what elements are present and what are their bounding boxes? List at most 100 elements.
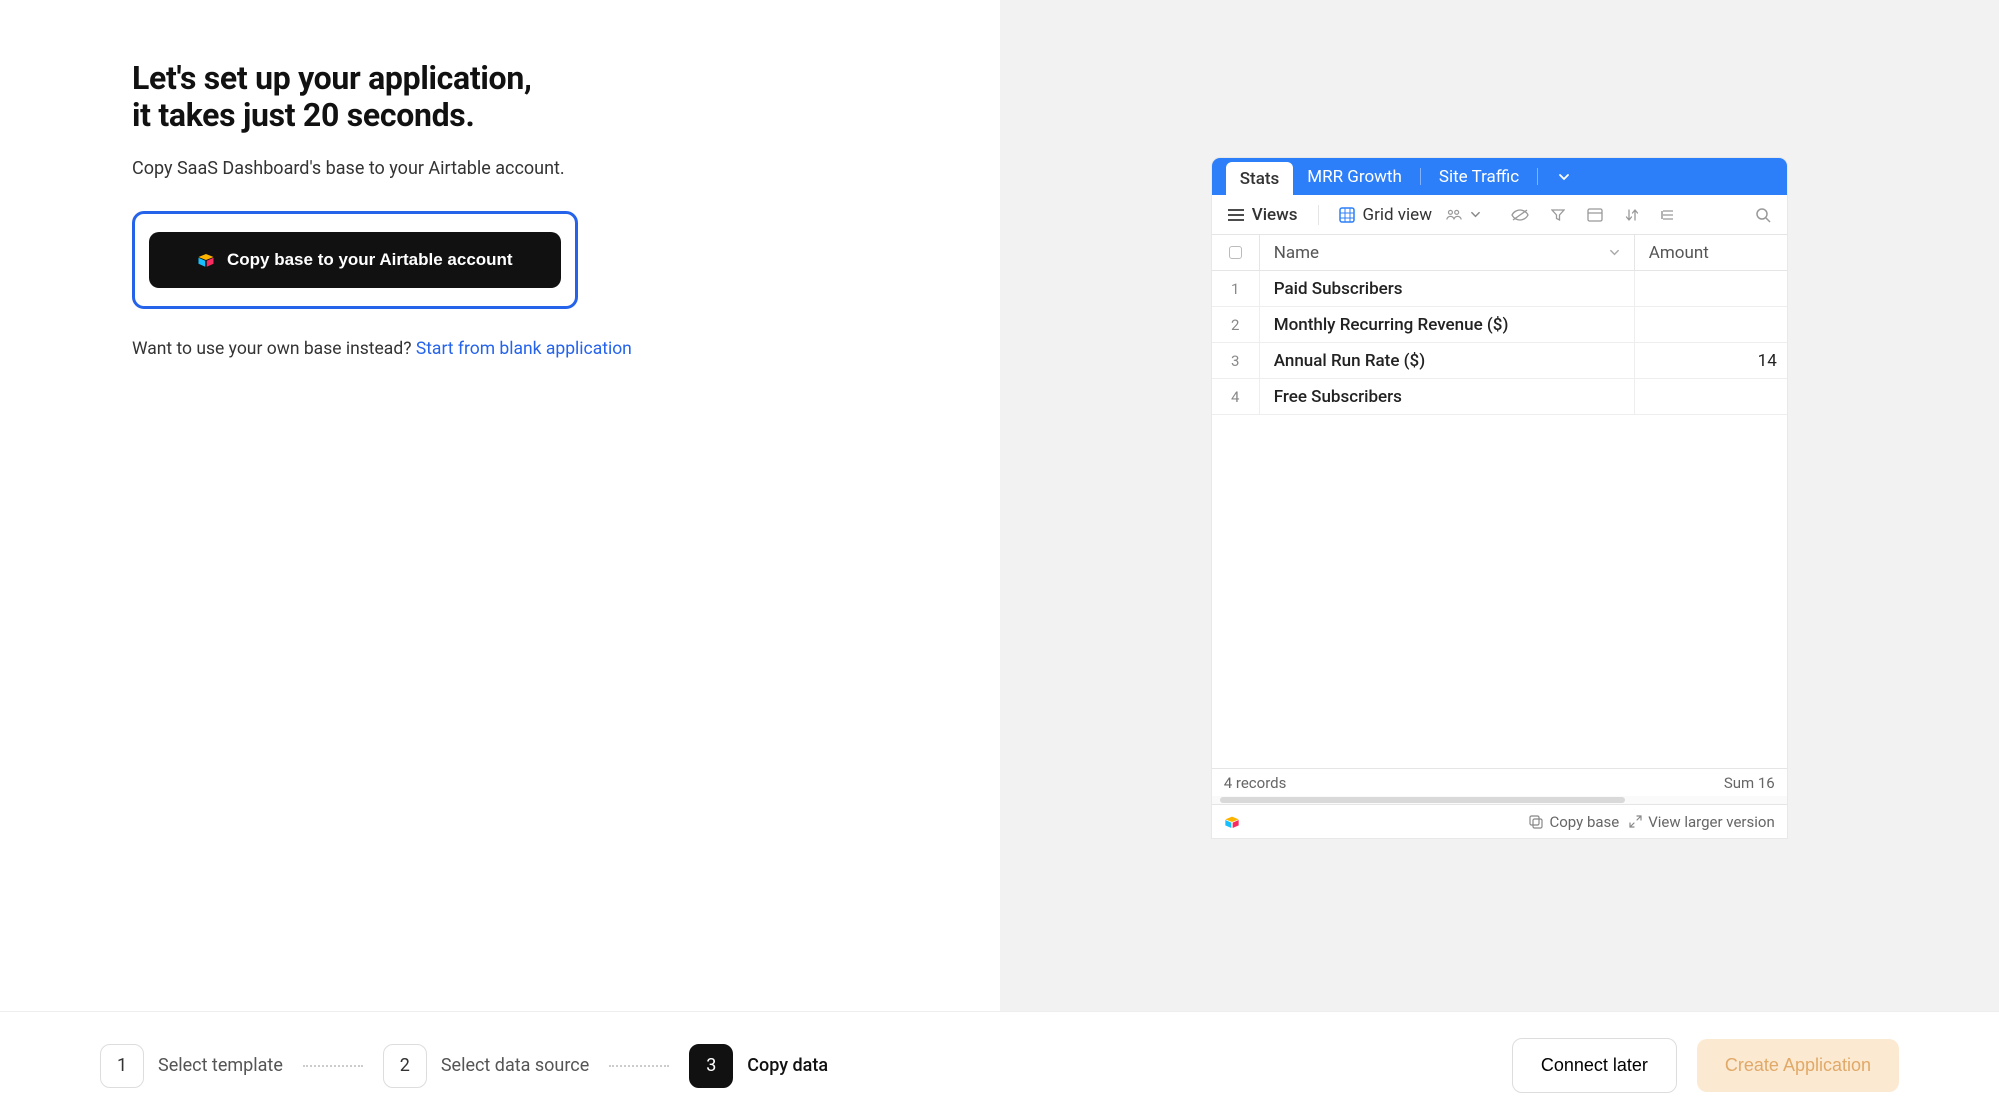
view-larger-link-label: View larger version xyxy=(1648,813,1775,831)
table-row[interactable]: 4 Free Subscribers xyxy=(1212,379,1787,415)
grid-view-selector[interactable]: Grid view xyxy=(1339,205,1481,225)
hide-fields-button[interactable] xyxy=(1511,208,1529,222)
cell-name[interactable]: Annual Run Rate ($) xyxy=(1260,343,1635,378)
copy-icon xyxy=(1529,815,1543,829)
airtable-summary-bar: 4 records Sum 16 xyxy=(1212,768,1787,796)
cell-amount[interactable]: 14 xyxy=(1635,343,1787,378)
tab-site-traffic[interactable]: Site Traffic xyxy=(1425,158,1533,195)
filter-button[interactable] xyxy=(1551,208,1565,222)
alternate-option-line: Want to use your own base instead? Start… xyxy=(132,339,1000,359)
group-icon xyxy=(1587,208,1603,222)
toolbar-divider xyxy=(1318,205,1319,225)
airtable-icon xyxy=(197,251,215,269)
step-3-label: Copy data xyxy=(747,1055,828,1076)
grid-icon xyxy=(1339,207,1355,223)
cta-highlight-frame: Copy base to your Airtable account xyxy=(132,211,578,309)
row-height-icon xyxy=(1661,208,1675,222)
column-header-name[interactable]: Name xyxy=(1260,235,1635,270)
column-amount-label: Amount xyxy=(1649,243,1709,263)
setup-left-panel: Let's set up your application, it takes … xyxy=(0,0,1000,1011)
view-larger-link[interactable]: View larger version xyxy=(1629,813,1775,831)
create-application-label: Create Application xyxy=(1725,1055,1871,1075)
filter-icon xyxy=(1551,208,1565,222)
airtable-rows: 1 Paid Subscribers 2 Monthly Recurring R… xyxy=(1212,271,1787,415)
step-1-label: Select template xyxy=(158,1055,283,1076)
cell-amount[interactable] xyxy=(1635,271,1787,306)
page-heading: Let's set up your application, it takes … xyxy=(132,60,1000,134)
cell-amount[interactable] xyxy=(1635,307,1787,342)
setup-right-panel: Stats MRR Growth Site Traffic Views xyxy=(1000,0,1999,1011)
expand-icon xyxy=(1629,815,1642,828)
record-count: 4 records xyxy=(1224,774,1287,792)
airtable-toolbar: Views Grid view xyxy=(1212,195,1787,235)
copy-base-link[interactable]: Copy base xyxy=(1529,813,1619,831)
tab-stats-label: Stats xyxy=(1240,169,1280,189)
chevron-down-icon xyxy=(1558,171,1570,183)
row-height-button[interactable] xyxy=(1661,208,1675,222)
tab-divider xyxy=(1537,168,1538,185)
airtable-body: 1 Paid Subscribers 2 Monthly Recurring R… xyxy=(1212,271,1787,838)
horizontal-scrollbar[interactable] xyxy=(1212,796,1787,804)
chevron-down-icon xyxy=(1609,247,1620,258)
tab-site-traffic-label: Site Traffic xyxy=(1439,167,1519,187)
wizard-step-3[interactable]: 3 Copy data xyxy=(689,1044,828,1088)
airtable-tabbar: Stats MRR Growth Site Traffic xyxy=(1212,158,1787,195)
cell-name[interactable]: Free Subscribers xyxy=(1260,379,1635,414)
sort-button[interactable] xyxy=(1625,208,1639,222)
summary-sum: Sum 16 xyxy=(1724,774,1775,792)
airtable-empty-space xyxy=(1212,415,1787,768)
connect-later-label: Connect later xyxy=(1541,1055,1648,1075)
column-name-label: Name xyxy=(1274,243,1319,263)
connect-later-button[interactable]: Connect later xyxy=(1512,1038,1677,1093)
airtable-logo-icon xyxy=(1224,814,1240,830)
eye-off-icon xyxy=(1511,208,1529,222)
tab-overflow-button[interactable] xyxy=(1542,158,1586,195)
row-number: 3 xyxy=(1212,343,1260,378)
tab-mrr-growth[interactable]: MRR Growth xyxy=(1293,158,1416,195)
heading-line-2: it takes just 20 seconds. xyxy=(132,96,474,134)
copy-base-button-label: Copy base to your Airtable account xyxy=(227,250,513,270)
start-blank-link[interactable]: Start from blank application xyxy=(416,339,632,359)
wizard-step-1[interactable]: 1 Select template xyxy=(100,1044,283,1088)
chevron-down-icon xyxy=(1470,209,1481,220)
step-connector xyxy=(303,1065,363,1067)
tab-stats[interactable]: Stats xyxy=(1226,162,1294,195)
page-subtext: Copy SaaS Dashboard's base to your Airta… xyxy=(132,158,1000,179)
cell-name[interactable]: Monthly Recurring Revenue ($) xyxy=(1260,307,1635,342)
copy-base-button[interactable]: Copy base to your Airtable account xyxy=(149,232,561,288)
search-icon xyxy=(1755,207,1771,223)
group-button[interactable] xyxy=(1587,208,1603,222)
search-button[interactable] xyxy=(1755,207,1771,223)
tab-divider xyxy=(1420,168,1421,185)
table-row[interactable]: 2 Monthly Recurring Revenue ($) xyxy=(1212,307,1787,343)
cell-name[interactable]: Paid Subscribers xyxy=(1260,271,1635,306)
views-button[interactable]: Views xyxy=(1228,205,1298,225)
step-2-label: Select data source xyxy=(441,1055,589,1076)
airtable-footer: Copy base View larger version xyxy=(1212,804,1787,838)
column-header-amount[interactable]: Amount xyxy=(1635,235,1787,270)
menu-icon xyxy=(1228,208,1244,222)
step-3-number: 3 xyxy=(689,1044,733,1088)
wizard-footer: 1 Select template 2 Select data source 3… xyxy=(0,1011,1999,1119)
airtable-column-headers: Name Amount xyxy=(1212,235,1787,271)
scrollbar-thumb[interactable] xyxy=(1220,797,1625,803)
table-row[interactable]: 3 Annual Run Rate ($) 14 xyxy=(1212,343,1787,379)
sort-icon xyxy=(1625,208,1639,222)
tab-mrr-growth-label: MRR Growth xyxy=(1307,167,1402,187)
step-connector xyxy=(609,1065,669,1067)
heading-line-1: Let's set up your application, xyxy=(132,59,532,97)
checkbox-icon xyxy=(1229,246,1242,259)
cell-amount[interactable] xyxy=(1635,379,1787,414)
create-application-button[interactable]: Create Application xyxy=(1697,1039,1899,1092)
select-all-checkbox[interactable] xyxy=(1212,235,1260,270)
views-label: Views xyxy=(1252,205,1298,225)
table-row[interactable]: 1 Paid Subscribers xyxy=(1212,271,1787,307)
grid-view-label: Grid view xyxy=(1363,205,1432,225)
airtable-preview: Stats MRR Growth Site Traffic Views xyxy=(1212,158,1787,838)
wizard-step-2[interactable]: 2 Select data source xyxy=(383,1044,589,1088)
row-number: 2 xyxy=(1212,307,1260,342)
step-2-number: 2 xyxy=(383,1044,427,1088)
alternate-option-prefix: Want to use your own base instead? xyxy=(132,339,416,359)
row-number: 4 xyxy=(1212,379,1260,414)
step-1-number: 1 xyxy=(100,1044,144,1088)
